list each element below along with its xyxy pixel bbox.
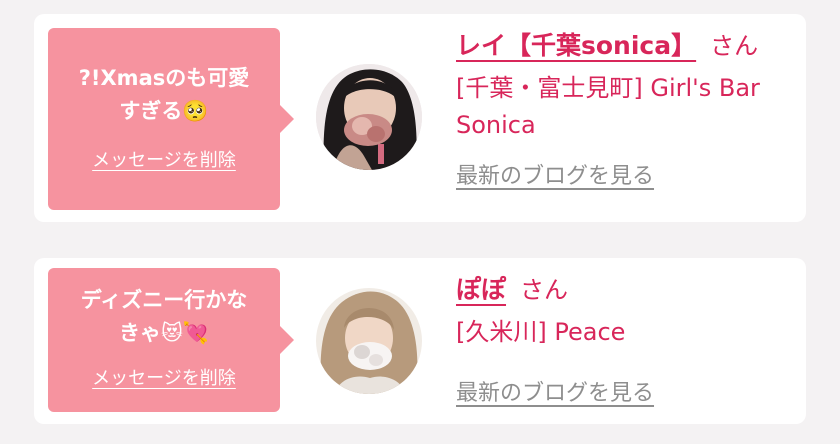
delete-message-link[interactable]: メッセージを削除 [92, 364, 236, 390]
name-row: ぽぽ さん [456, 270, 794, 310]
sender-name-link[interactable]: ぽぽ [456, 275, 506, 304]
avatar[interactable] [316, 64, 422, 170]
message-bubble: ディズニー行かな きゃ😻💘 メッセージを削除 [48, 268, 294, 412]
sender-info: レイ【千葉sonica】 さん [千葉・富士見町] Girl's Bar Soni… [456, 26, 794, 190]
honorific: さん [710, 32, 759, 60]
name-row: レイ【千葉sonica】 さん [456, 26, 794, 66]
profile-photo-icon [316, 64, 422, 170]
profile-photo-icon [316, 288, 422, 394]
message-text: ディズニー行かな きゃ😻💘 [80, 288, 248, 345]
sender-name-link[interactable]: レイ【千葉sonica】 [456, 31, 696, 60]
avatar[interactable] [316, 288, 422, 394]
message-card: ディズニー行かな きゃ😻💘 メッセージを削除 ぽぽ さん [久米川] Peace … [34, 258, 806, 424]
shop-label: [千葉・富士見町] Girl's Bar Sonica [456, 74, 760, 139]
sender-info: ぽぽ さん [久米川] Peace 最新のブログを見る [456, 270, 794, 407]
latest-blog-link[interactable]: 最新のブログを見る [456, 158, 654, 190]
latest-blog-link[interactable]: 最新のブログを見る [456, 375, 654, 407]
message-card: ?!Xmasのも可愛 すぎる🥺 メッセージを削除 レイ【千葉sonica】 さん … [34, 14, 806, 222]
shop-label: [久米川] Peace [456, 318, 626, 346]
delete-message-link[interactable]: メッセージを削除 [92, 146, 236, 172]
message-bubble: ?!Xmasのも可愛 すぎる🥺 メッセージを削除 [48, 28, 294, 210]
message-text: ?!Xmasのも可愛 すぎる🥺 [78, 66, 250, 123]
honorific: さん [520, 276, 569, 304]
